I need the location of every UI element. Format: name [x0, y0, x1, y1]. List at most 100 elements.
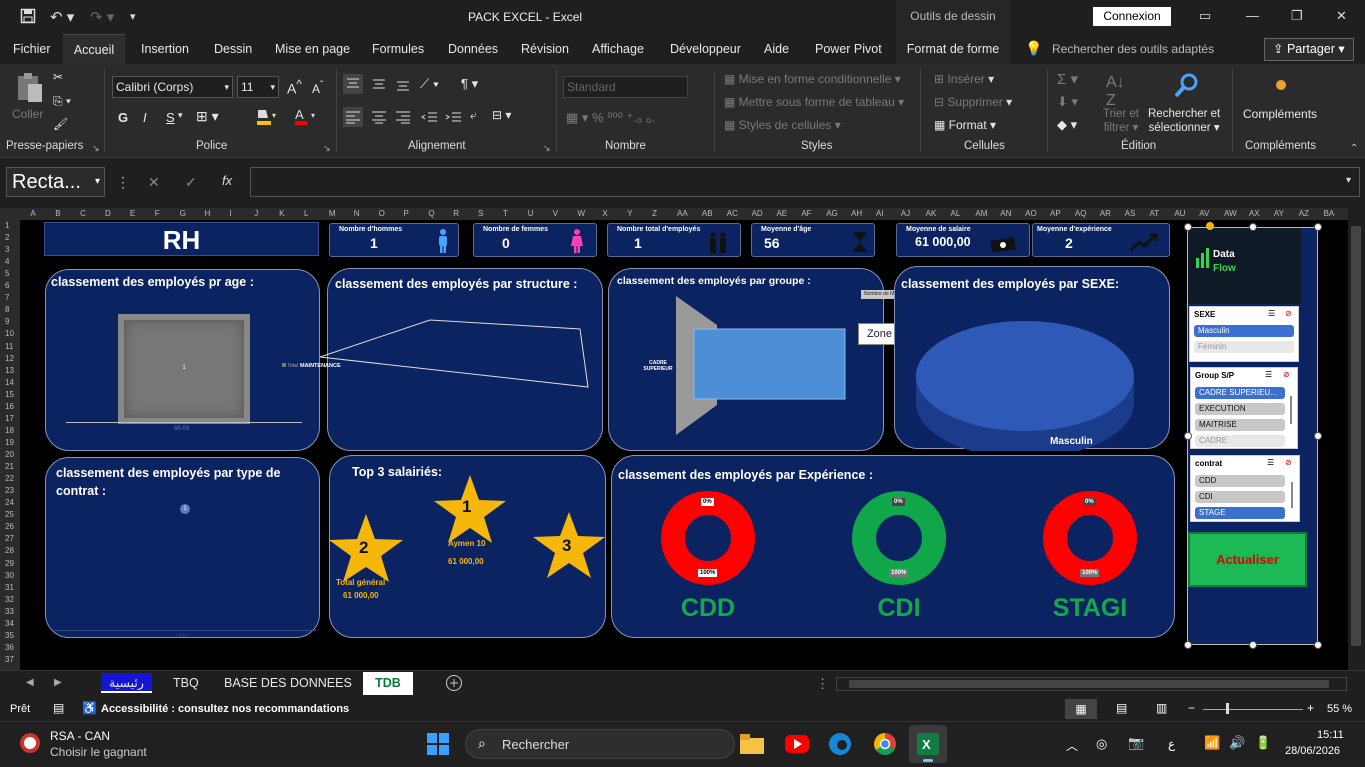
- weather-icon[interactable]: [18, 731, 42, 760]
- delete-cells-button[interactable]: ⊟ Supprimer ▾: [934, 95, 1012, 109]
- pie-slice[interactable]: [916, 321, 1134, 431]
- battery-icon[interactable]: 🔋: [1255, 735, 1271, 751]
- row-header[interactable]: 9: [5, 317, 9, 326]
- merge-center-icon[interactable]: ⊟ ▾: [492, 108, 511, 122]
- find-select-button[interactable]: Rechercher et sélectionner ▾: [1148, 107, 1220, 135]
- slicer-item[interactable]: CADRE: [1195, 435, 1285, 447]
- slicer-item[interactable]: Féminin: [1194, 341, 1294, 353]
- format-painter-icon[interactable]: 🖌: [53, 117, 68, 131]
- clear-filter-icon[interactable]: ⊘: [1285, 458, 1292, 467]
- column-header[interactable]: N: [354, 209, 360, 218]
- column-header[interactable]: G: [180, 209, 186, 218]
- sign-in-button[interactable]: Connexion: [1093, 7, 1171, 26]
- column-header[interactable]: O: [379, 209, 385, 218]
- column-header[interactable]: AX: [1249, 209, 1260, 218]
- format-cells-button[interactable]: ▦ Format ▾: [934, 118, 996, 132]
- column-header[interactable]: AE: [776, 209, 787, 218]
- youtube-icon[interactable]: [785, 735, 809, 758]
- tab-power-pivot[interactable]: Power Pivot: [815, 34, 882, 64]
- card-age[interactable]: classement des employés pr age : 1 56-59: [45, 269, 320, 451]
- close-icon[interactable]: ✕: [1336, 8, 1347, 24]
- resize-handle[interactable]: [1184, 223, 1192, 231]
- tab-fichier[interactable]: Fichier: [13, 34, 51, 64]
- tab-aide[interactable]: Aide: [764, 34, 789, 64]
- tab-split-icon[interactable]: ⋮: [816, 676, 829, 692]
- column-header[interactable]: U: [528, 209, 534, 218]
- slicer-contrat[interactable]: contrat ☰ ⊘ CDD CDI STAGE: [1190, 455, 1300, 522]
- tray-icon[interactable]: ◎: [1096, 736, 1107, 752]
- bold-button[interactable]: G: [118, 110, 128, 125]
- tell-me-search[interactable]: Rechercher des outils adaptés: [1052, 42, 1214, 56]
- accessibility-status[interactable]: Accessibilité : consultez nos recommanda…: [101, 703, 349, 715]
- column-header[interactable]: AD: [752, 209, 763, 218]
- slicer-item[interactable]: CADRE SUPERIEU...: [1195, 387, 1285, 399]
- row-header[interactable]: 37: [5, 655, 14, 664]
- italic-button[interactable]: I: [143, 110, 147, 125]
- fill-color-icon[interactable]: ▾: [255, 108, 279, 131]
- column-header[interactable]: V: [553, 209, 558, 218]
- row-header[interactable]: 22: [5, 474, 14, 483]
- tab-mise-en-page[interactable]: Mise en page: [275, 34, 350, 64]
- row-header[interactable]: 13: [5, 366, 14, 375]
- underline-button[interactable]: S: [166, 110, 175, 125]
- column-header[interactable]: AS: [1125, 209, 1136, 218]
- underline-dropdown-icon[interactable]: ▾: [178, 110, 183, 121]
- funnel-bar[interactable]: [693, 328, 846, 400]
- row-header[interactable]: 29: [5, 559, 14, 568]
- row-header[interactable]: 15: [5, 390, 14, 399]
- sheet-tab-base[interactable]: BASE DES DONNEES: [216, 673, 360, 693]
- column-header[interactable]: AO: [1025, 209, 1037, 218]
- column-header[interactable]: AV: [1199, 209, 1209, 218]
- zoom-in-icon[interactable]: +: [1307, 701, 1314, 715]
- tab-affichage[interactable]: Affichage: [592, 34, 644, 64]
- column-header[interactable]: AK: [926, 209, 937, 218]
- slicer-sexe[interactable]: SEXE ☰ ⊘ Masculin Féminin: [1189, 306, 1299, 362]
- windows-start-icon[interactable]: [427, 733, 449, 760]
- add-sheet-icon[interactable]: [445, 674, 463, 697]
- multi-select-icon[interactable]: ☰: [1268, 309, 1275, 318]
- rotate-handle[interactable]: [1206, 222, 1214, 230]
- row-header[interactable]: 26: [5, 522, 14, 531]
- autosum-icon[interactable]: Σ ▾: [1057, 70, 1078, 88]
- row-header[interactable]: 5: [5, 269, 9, 278]
- row-header[interactable]: 4: [5, 257, 9, 266]
- multi-select-icon[interactable]: ☰: [1265, 370, 1272, 379]
- column-header[interactable]: I: [229, 209, 231, 218]
- formula-input[interactable]: [250, 167, 1360, 197]
- wifi-icon[interactable]: 📶: [1204, 735, 1220, 751]
- column-header[interactable]: D: [105, 209, 111, 218]
- redo-icon[interactable]: ↷ ▾: [90, 8, 114, 26]
- tab-dessin[interactable]: Dessin: [214, 34, 252, 64]
- row-header[interactable]: 21: [5, 462, 14, 471]
- addins-button[interactable]: Compléments: [1243, 107, 1317, 121]
- taskbar-search[interactable]: ⌕ Rechercher: [465, 729, 735, 759]
- wrap-text-icon[interactable]: ⤶: [470, 108, 477, 123]
- font-color-icon[interactable]: A ▾: [293, 107, 319, 131]
- save-icon[interactable]: [20, 8, 36, 28]
- column-header[interactable]: AI: [876, 209, 884, 218]
- cell-styles-button[interactable]: ▦ Styles de cellules ▾: [724, 118, 841, 132]
- column-header[interactable]: P: [403, 209, 408, 218]
- expand-formula-icon[interactable]: ▾: [1346, 175, 1351, 186]
- grow-font-icon[interactable]: A^: [287, 78, 302, 97]
- row-header[interactable]: 11: [5, 342, 13, 351]
- donut-ring[interactable]: [661, 491, 755, 585]
- row-header[interactable]: 10: [5, 329, 14, 338]
- slicer-scrollbar[interactable]: [1290, 396, 1292, 424]
- column-header[interactable]: Q: [428, 209, 434, 218]
- row-header[interactable]: 31: [5, 583, 14, 592]
- sheet-tab-home[interactable]: رئيسية: [101, 673, 152, 693]
- row-header[interactable]: 35: [5, 631, 14, 640]
- refresh-button[interactable]: Actualiser: [1188, 532, 1307, 587]
- column-header[interactable]: AH: [851, 209, 862, 218]
- age-bar[interactable]: 1: [118, 314, 250, 424]
- language-icon[interactable]: ع: [1168, 737, 1175, 751]
- card-contrat[interactable]: classement des employés par type de cont…: [45, 457, 320, 639]
- customize-qat-icon[interactable]: ▾: [130, 10, 136, 23]
- row-header[interactable]: 2: [5, 233, 9, 242]
- align-top-icon[interactable]: [343, 74, 363, 99]
- clear-icon[interactable]: ◆ ▾: [1057, 117, 1077, 133]
- row-header[interactable]: 19: [5, 438, 14, 447]
- row-header[interactable]: 23: [5, 486, 14, 495]
- row-header[interactable]: 7: [5, 293, 9, 302]
